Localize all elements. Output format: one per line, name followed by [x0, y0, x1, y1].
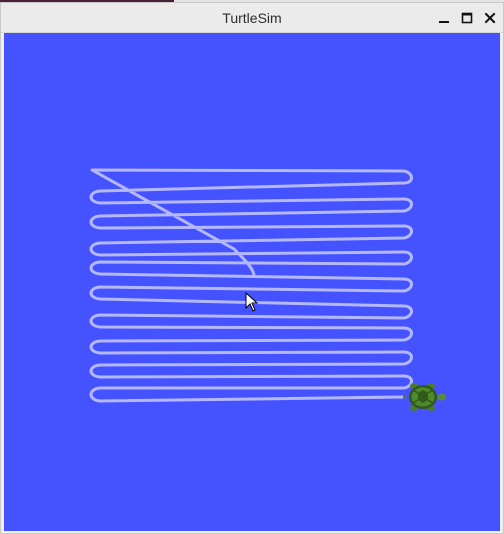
maximize-icon — [461, 12, 473, 24]
close-icon — [484, 12, 496, 24]
maximize-button[interactable] — [458, 9, 476, 27]
pen-trail — [89, 168, 413, 403]
turtle-drawing — [89, 168, 447, 411]
title-bar[interactable]: TurtleSim — [1, 3, 503, 33]
minimize-icon — [439, 21, 449, 23]
turtle-canvas[interactable] — [4, 33, 500, 531]
window-title: TurtleSim — [222, 10, 282, 26]
close-button[interactable] — [481, 9, 499, 27]
minimize-button[interactable] — [435, 9, 453, 27]
turtlesim-window: TurtleSim — [0, 2, 504, 534]
mouse-pointer-icon — [245, 291, 259, 312]
